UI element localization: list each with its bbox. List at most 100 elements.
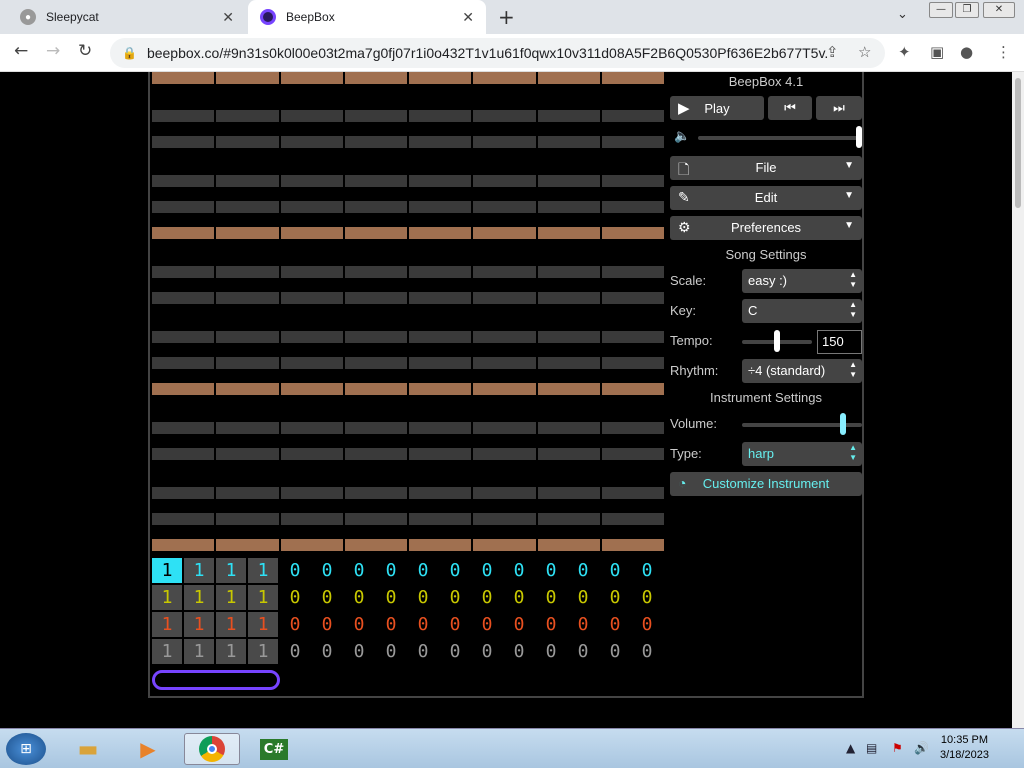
extensions-icon[interactable]: ✦: [898, 43, 911, 61]
pitch-row[interactable]: [152, 227, 664, 239]
pitch-row[interactable]: [152, 539, 664, 551]
note-cell[interactable]: [344, 266, 407, 278]
pattern-cell[interactable]: 1: [152, 639, 182, 664]
note-cell[interactable]: [537, 72, 600, 84]
note-cell[interactable]: [152, 357, 215, 369]
note-cell[interactable]: [409, 175, 472, 187]
note-cell[interactable]: [152, 110, 215, 122]
pattern-cell[interactable]: 0: [600, 612, 630, 637]
note-cell[interactable]: [280, 72, 343, 84]
chevron-down-icon[interactable]: ⌄: [897, 7, 908, 22]
note-cell[interactable]: [601, 448, 664, 460]
note-cell[interactable]: [152, 201, 215, 213]
pattern-cell[interactable]: 0: [312, 585, 342, 610]
scale-select[interactable]: easy :) ▲ ▼: [742, 269, 862, 293]
note-cell[interactable]: [601, 383, 664, 395]
piano-roll-grid[interactable]: [152, 72, 664, 552]
note-cell[interactable]: [473, 331, 536, 343]
note-cell[interactable]: [152, 383, 215, 395]
note-cell[interactable]: [216, 383, 279, 395]
note-cell[interactable]: [344, 331, 407, 343]
pattern-cell[interactable]: 0: [568, 585, 598, 610]
note-cell[interactable]: [344, 292, 407, 304]
note-cell[interactable]: [409, 539, 472, 551]
note-cell[interactable]: [601, 487, 664, 499]
note-cell[interactable]: [473, 539, 536, 551]
pattern-cell[interactable]: 0: [568, 558, 598, 583]
note-cell[interactable]: [473, 292, 536, 304]
pitch-row[interactable]: [152, 513, 664, 525]
pattern-cell[interactable]: 0: [408, 612, 438, 637]
master-volume-knob[interactable]: [856, 126, 862, 148]
new-tab-button[interactable]: +: [498, 5, 515, 29]
share-icon[interactable]: ⇪: [826, 43, 839, 61]
note-cell[interactable]: [601, 266, 664, 278]
explorer-taskbar-icon[interactable]: ▬: [68, 733, 108, 765]
note-cell[interactable]: [473, 422, 536, 434]
pitch-row[interactable]: [152, 292, 664, 304]
pattern-cell[interactable]: 1: [184, 585, 214, 610]
note-cell[interactable]: [409, 136, 472, 148]
note-cell[interactable]: [601, 72, 664, 84]
note-cell[interactable]: [537, 357, 600, 369]
note-cell[interactable]: [537, 201, 600, 213]
forward-icon[interactable]: →: [46, 41, 60, 61]
note-cell[interactable]: [409, 266, 472, 278]
pitch-row[interactable]: [152, 266, 664, 278]
note-cell[interactable]: [537, 487, 600, 499]
pitch-row[interactable]: [152, 487, 664, 499]
note-cell[interactable]: [216, 513, 279, 525]
pattern-cell[interactable]: 0: [504, 612, 534, 637]
tab-beepbox[interactable]: BeepBox ✕: [248, 0, 486, 34]
note-cell[interactable]: [152, 72, 215, 84]
note-cell[interactable]: [152, 175, 215, 187]
tab-sleepycat[interactable]: ● Sleepycat ✕: [8, 0, 246, 34]
pitch-row[interactable]: [152, 136, 664, 148]
system-clock[interactable]: 10:35 PM 3/18/2023: [940, 733, 989, 763]
menu-icon[interactable]: ⋮: [996, 43, 1011, 61]
pattern-cell[interactable]: 0: [312, 612, 342, 637]
media-player-taskbar-icon[interactable]: ▶: [128, 733, 168, 765]
note-cell[interactable]: [152, 487, 215, 499]
note-cell[interactable]: [216, 448, 279, 460]
note-cell[interactable]: [344, 201, 407, 213]
note-cell[interactable]: [537, 136, 600, 148]
note-cell[interactable]: [344, 448, 407, 460]
pattern-cell[interactable]: 1: [152, 585, 182, 610]
pattern-cell[interactable]: 0: [472, 639, 502, 664]
back-icon[interactable]: ←: [14, 41, 28, 61]
note-cell[interactable]: [537, 331, 600, 343]
note-cell[interactable]: [216, 72, 279, 84]
note-cell[interactable]: [280, 383, 343, 395]
action-center-icon[interactable]: ⚑: [892, 741, 903, 755]
pattern-cell[interactable]: 1: [216, 585, 246, 610]
note-cell[interactable]: [473, 227, 536, 239]
note-cell[interactable]: [537, 539, 600, 551]
pattern-cell[interactable]: 1: [248, 558, 278, 583]
note-cell[interactable]: [216, 201, 279, 213]
note-cell[interactable]: [537, 422, 600, 434]
note-cell[interactable]: [473, 357, 536, 369]
note-cell[interactable]: [216, 539, 279, 551]
note-cell[interactable]: [601, 422, 664, 434]
note-cell[interactable]: [473, 72, 536, 84]
note-cell[interactable]: [473, 110, 536, 122]
pattern-cell[interactable]: 0: [472, 612, 502, 637]
pattern-cell[interactable]: 0: [504, 585, 534, 610]
profile-icon[interactable]: ●: [960, 43, 973, 61]
pattern-channel-grid[interactable]: 1111000000000000111100000000000011110000…: [152, 558, 664, 666]
pattern-cell[interactable]: 0: [344, 612, 374, 637]
note-cell[interactable]: [601, 110, 664, 122]
note-cell[interactable]: [216, 227, 279, 239]
pattern-cell[interactable]: 0: [536, 585, 566, 610]
note-cell[interactable]: [409, 383, 472, 395]
prev-bar-button[interactable]: ⏮: [768, 96, 812, 120]
pattern-cell[interactable]: 0: [568, 612, 598, 637]
pattern-cell[interactable]: 0: [408, 558, 438, 583]
note-cell[interactable]: [280, 357, 343, 369]
note-cell[interactable]: [409, 227, 472, 239]
reload-icon[interactable]: ↻: [78, 41, 92, 61]
next-bar-button[interactable]: ⏭: [816, 96, 862, 120]
note-cell[interactable]: [409, 448, 472, 460]
note-cell[interactable]: [409, 201, 472, 213]
